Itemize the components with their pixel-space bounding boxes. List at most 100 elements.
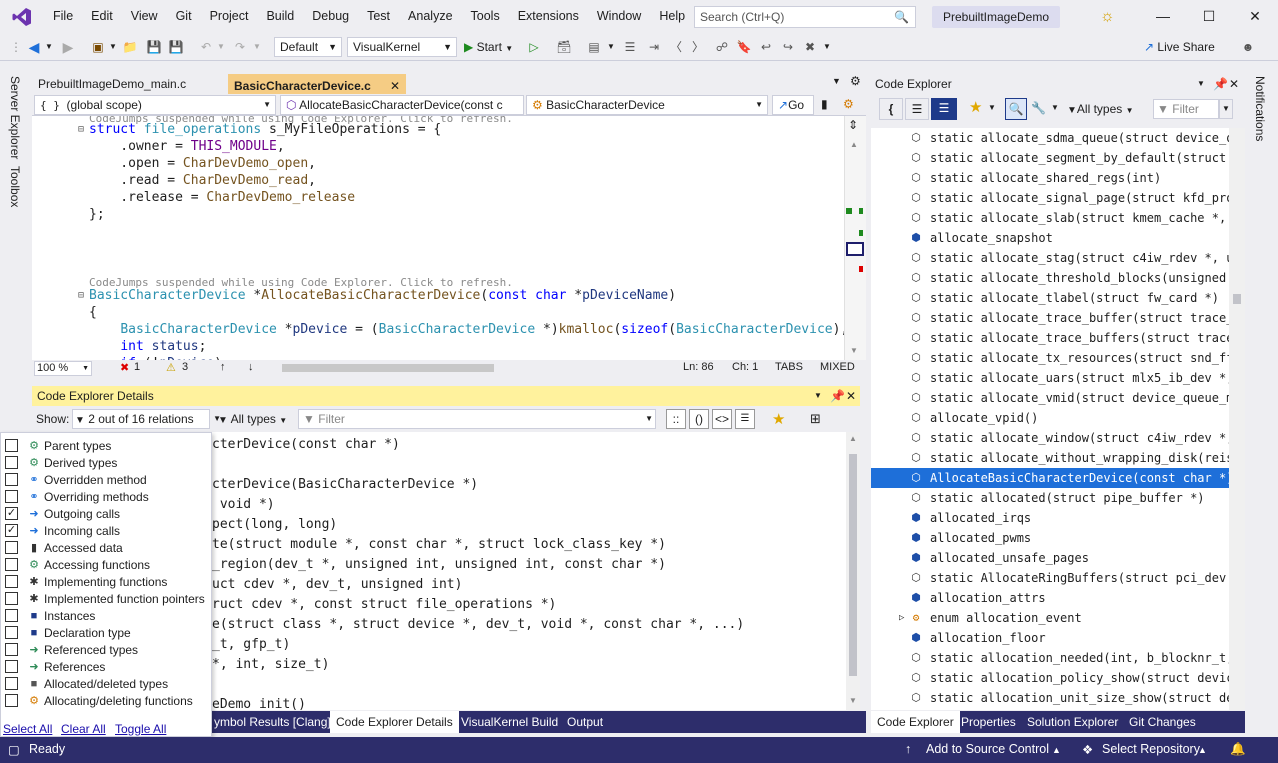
tab-prebuiltimagedemo-main[interactable]: PrebuiltImageDemo_main.c	[32, 74, 228, 94]
collapse-icon[interactable]: ⊟	[78, 124, 84, 135]
start-button[interactable]: ▶ Start ▼	[464, 37, 528, 57]
code-explorer-item[interactable]: ⬢ allocate_snapshot	[871, 228, 1229, 248]
wrench-icon[interactable]: 🔧	[1031, 98, 1051, 120]
relation-item[interactable]: ⚙ Derived types	[5, 454, 117, 471]
new-project-icon[interactable]: ▣	[88, 37, 108, 57]
new-dropdown-icon[interactable]: ▼	[108, 37, 118, 57]
relation-item[interactable]: ✓ ➜ Incoming calls	[5, 522, 120, 539]
code-explorer-item[interactable]: ⬡ static allocate_stag(struct c4iw_rdev *…	[871, 248, 1229, 268]
account-icon[interactable]: ☻	[1238, 37, 1258, 57]
relation-checkbox[interactable]	[5, 456, 18, 469]
toggle-all-link[interactable]: Toggle All	[115, 722, 166, 736]
toolbox-tab[interactable]: Toolbox	[8, 166, 22, 207]
back-dropdown-icon[interactable]: ▼	[44, 37, 54, 57]
scroll-down-icon[interactable]: ▼	[850, 346, 858, 355]
redo-dropdown-icon[interactable]: ▼	[252, 37, 262, 57]
toolbar-overflow-icon[interactable]: ▼	[822, 37, 832, 57]
code-explorer-item[interactable]: ⬡ static allocate_tx_resources(struct snd…	[871, 348, 1229, 368]
types-filter-select[interactable]: ▼All types ▼	[1067, 98, 1145, 120]
code-explorer-item[interactable]: ⬢ allocated_irqs	[871, 508, 1229, 528]
relation-item[interactable]: ⚙ Parent types	[5, 437, 111, 454]
relation-checkbox[interactable]	[5, 643, 18, 656]
live-share-button[interactable]: ↗ Live Share	[1144, 37, 1224, 57]
close-panel-icon[interactable]: ✕	[1229, 74, 1239, 94]
relations-filter-select[interactable]: ▼ 2 out of 16 relations ▼	[72, 409, 221, 429]
code-explorer-item[interactable]: ⬡ static allocate_segment_by_default(stru…	[871, 148, 1229, 168]
code-explorer-item[interactable]: ⬢ allocation_attrs	[871, 588, 1229, 608]
code-explorer-item[interactable]: ⬡ static allocate_shared_regs(int)	[871, 168, 1229, 188]
tab-basiccharacterdevice[interactable]: BasicCharacterDevice.c ✕	[228, 74, 406, 94]
scroll-thumb[interactable]	[1233, 294, 1241, 304]
server-explorer-tab[interactable]: Server Explorer	[8, 76, 22, 159]
code-explorer-item[interactable]: ⬡ static allocate_trace_buffer(struct tra…	[871, 308, 1229, 328]
expand-arrow-icon[interactable]: ▷	[899, 608, 904, 628]
menu-debug[interactable]: Debug	[303, 0, 358, 33]
minimize-icon[interactable]: —	[1140, 0, 1186, 33]
tab-visualkernel-build[interactable]: VisualKernel Build	[455, 711, 564, 733]
menu-test[interactable]: Test	[358, 0, 399, 33]
list-icon[interactable]: ☰	[905, 98, 929, 120]
relation-checkbox[interactable]	[5, 626, 18, 639]
warning-count[interactable]: 3	[182, 361, 188, 373]
parens-icon[interactable]: ()	[689, 409, 709, 429]
relation-checkbox[interactable]	[5, 473, 18, 486]
panel-menu-icon[interactable]: ▼	[1197, 74, 1205, 94]
next-issue-icon[interactable]: ↓	[248, 361, 254, 373]
relation-checkbox[interactable]	[5, 558, 18, 571]
close-tab-icon[interactable]: ✕	[390, 76, 400, 96]
relation-checkbox[interactable]	[5, 677, 18, 690]
error-icon[interactable]: ✖	[120, 361, 129, 374]
menu-tools[interactable]: Tools	[462, 0, 509, 33]
relation-item[interactable]: ■ Declaration type	[5, 624, 131, 641]
maximize-icon[interactable]: ☐	[1186, 0, 1232, 33]
scope-select[interactable]: { } (global scope) ▼	[34, 95, 276, 115]
relation-item[interactable]: ■ Allocated/deleted types	[5, 675, 168, 692]
code-explorer-item[interactable]: ⬡ static allocate_without_wrapping_disk(r…	[871, 448, 1229, 468]
layout-dropdown-icon[interactable]: ▼	[606, 37, 616, 57]
start-without-debug-icon[interactable]: ▷	[526, 37, 542, 57]
code-explorer-item[interactable]: ⬡ static allocation_unit_size_show(struct…	[871, 688, 1229, 708]
details-row[interactable]: cterDevice(BasicCharacterDevice *)	[212, 475, 478, 495]
menu-project[interactable]: Project	[201, 0, 258, 33]
relation-checkbox[interactable]	[5, 592, 18, 605]
layout-icon[interactable]: ▤	[584, 37, 604, 57]
menu-analyze[interactable]: Analyze	[399, 0, 461, 33]
relation-item[interactable]: ■ Instances	[5, 607, 95, 624]
select-repository[interactable]: Select Repository	[1102, 742, 1200, 756]
nav-option-icon[interactable]: ▮	[816, 95, 838, 115]
code-explorer-item[interactable]: ⬡ static allocate_slab(struct kmem_cache …	[871, 208, 1229, 228]
source-control-up-icon[interactable]: ▲	[1052, 745, 1061, 755]
menu-view[interactable]: View	[122, 0, 167, 33]
relation-checkbox[interactable]: ✓	[5, 507, 18, 520]
relation-item[interactable]: ✱ Implementing functions	[5, 573, 167, 590]
error-count[interactable]: 1	[134, 361, 140, 373]
configuration-select[interactable]: Default ▼	[274, 37, 342, 57]
tab-solution-explorer[interactable]: Solution Explorer	[1021, 711, 1124, 733]
tab-properties[interactable]: Properties	[955, 711, 1022, 733]
relation-item[interactable]: ⚙ Allocating/deleting functions	[5, 692, 193, 709]
menu-file[interactable]: File	[44, 0, 82, 33]
scroll-thumb[interactable]	[846, 242, 864, 256]
menu-help[interactable]: Help	[650, 0, 694, 33]
back-icon[interactable]: ◀	[24, 37, 44, 57]
relation-item[interactable]: ➜ Referenced types	[5, 641, 138, 658]
indent-icon[interactable]: ⇥	[644, 37, 664, 57]
code-explorer-item[interactable]: ⬡ static allocate_signal_page(struct kfd_…	[871, 188, 1229, 208]
code-explorer-item[interactable]: ⬡ static allocate_sdma_queue(struct devic…	[871, 128, 1229, 148]
types-filter-select[interactable]: ▼ All types ▼	[218, 409, 292, 429]
repository-icon[interactable]: ❖	[1082, 742, 1093, 757]
settings-icon[interactable]: ⚙	[850, 74, 861, 88]
relation-checkbox[interactable]: ✓	[5, 524, 18, 537]
pin-icon[interactable]: 📌	[830, 386, 845, 406]
code-explorer-item[interactable]: ⬡ AllocateBasicCharacterDevice(const char…	[871, 468, 1229, 488]
tab-output[interactable]: Output	[561, 711, 609, 733]
code-explorer-item[interactable]: ⬢ allocated_unsafe_pages	[871, 548, 1229, 568]
code-explorer-item[interactable]: ▷ ⚙ enum allocation_event	[871, 608, 1229, 628]
save-icon[interactable]: 💾	[144, 37, 164, 57]
relation-item[interactable]: ➜ References	[5, 658, 105, 675]
comment-icon[interactable]: 〈	[666, 37, 686, 57]
close-icon[interactable]: ✕	[1232, 0, 1278, 33]
details-row[interactable]: void *)	[212, 495, 275, 515]
tab-code-explorer-details[interactable]: Code Explorer Details	[330, 711, 459, 733]
undo-icon[interactable]: ↶	[196, 37, 216, 57]
